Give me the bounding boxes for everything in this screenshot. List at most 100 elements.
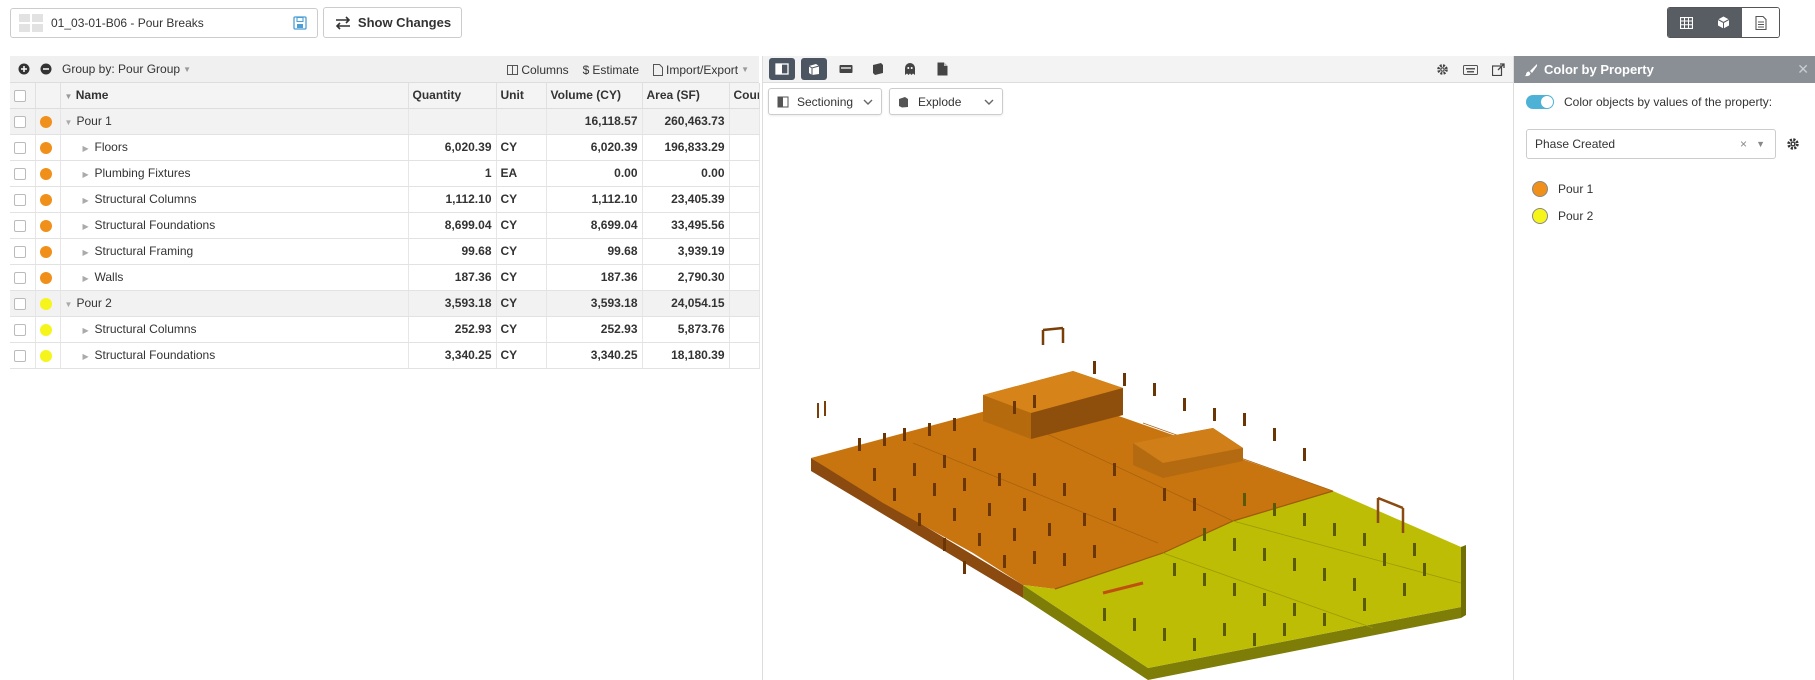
column-element [1243, 493, 1246, 506]
expand-triangle-icon[interactable]: ▶ [83, 144, 95, 153]
column-header-volume[interactable]: Volume (CY) [546, 83, 643, 109]
collapse-all-icon[interactable] [40, 63, 52, 75]
column-element [988, 503, 991, 516]
row-select-cell[interactable] [10, 212, 36, 239]
table-row[interactable]: ▶ Walls 187.36 CY 187.36 2,790.30 [10, 264, 760, 291]
area-cell: 18,180.39 [642, 342, 730, 369]
external-link-icon[interactable] [1492, 63, 1505, 76]
expand-triangle-icon[interactable]: ▶ [83, 274, 95, 283]
group-by-dropdown[interactable]: Group by: Pour Group ▼ [62, 62, 191, 76]
unit-cell [496, 108, 547, 135]
table-row[interactable]: ▶ Structural Foundations 3,340.25 CY 3,34… [10, 342, 760, 369]
expand-triangle-icon[interactable]: ▶ [83, 326, 95, 335]
estimate-button[interactable]: $ Estimate [583, 63, 639, 77]
row-checkbox[interactable] [14, 115, 26, 128]
count-cell [729, 212, 760, 239]
unit-cell: CY [496, 290, 547, 317]
table-row[interactable]: ▶ Floors 6,020.39 CY 6,020.39 196,833.29 [10, 134, 760, 161]
color-dot [39, 323, 52, 336]
row-checkbox[interactable] [14, 271, 26, 284]
expand-triangle-icon[interactable]: ▶ [83, 248, 95, 257]
show-changes-button[interactable]: Show Changes [323, 7, 462, 38]
row-select-cell[interactable] [10, 264, 36, 291]
row-select-cell[interactable] [10, 316, 36, 343]
settings-gear-icon[interactable] [1436, 63, 1449, 76]
perspective-button[interactable] [801, 58, 827, 80]
settings-gear-icon[interactable] [1786, 137, 1800, 151]
property-select[interactable]: Phase Created × ▼ [1526, 129, 1776, 159]
building-model-render[interactable] [763, 83, 1514, 680]
name-cell: ▶ Structural Columns [60, 186, 409, 213]
columns-icon [507, 64, 519, 75]
select-all-cell[interactable] [10, 83, 36, 109]
document-view-button[interactable] [1742, 8, 1779, 37]
quantity-cell: 187.36 [408, 264, 497, 291]
column-element [928, 423, 931, 436]
model-view-button[interactable] [1705, 8, 1742, 37]
expand-triangle-icon[interactable]: ▶ [83, 222, 95, 231]
legend-item: Pour 2 [1532, 202, 1815, 229]
color-objects-toggle[interactable] [1526, 95, 1554, 109]
save-icon[interactable] [293, 16, 307, 30]
row-checkbox[interactable] [14, 297, 26, 310]
column-element [1093, 545, 1096, 558]
expand-triangle-icon[interactable]: ▶ [83, 170, 95, 179]
unit-cell: CY [496, 316, 547, 343]
model-viewer[interactable]: Sectioning Explode [762, 56, 1513, 680]
solid-view-button[interactable] [865, 58, 891, 80]
row-select-cell[interactable] [10, 290, 36, 317]
column-element [978, 533, 981, 546]
collapse-triangle-icon[interactable]: ▼ [65, 118, 77, 127]
select-all-checkbox[interactable] [14, 90, 26, 103]
column-header-quantity[interactable]: Quantity [408, 83, 497, 109]
row-select-cell[interactable] [10, 134, 36, 161]
table-row[interactable]: ▶ Structural Framing 99.68 CY 99.68 3,939… [10, 238, 760, 265]
caret-down-icon[interactable]: ▼ [1756, 139, 1765, 149]
column-header-unit[interactable]: Unit [496, 83, 547, 109]
row-checkbox[interactable] [14, 167, 26, 180]
expand-triangle-icon[interactable]: ▶ [83, 352, 95, 361]
table-row[interactable]: ▶ Structural Columns 252.93 CY 252.93 5,8… [10, 316, 760, 343]
row-select-cell[interactable] [10, 186, 36, 213]
column-header-count[interactable]: Cour [729, 83, 760, 109]
keyboard-shortcuts-icon[interactable] [1463, 64, 1478, 75]
column-element [1013, 401, 1016, 414]
columns-button[interactable]: Columns [507, 63, 569, 77]
row-select-cell[interactable] [10, 108, 36, 135]
grid-view-button[interactable] [1668, 8, 1705, 37]
expand-all-icon[interactable] [18, 63, 30, 75]
collapse-triangle-icon[interactable]: ▼ [65, 300, 77, 309]
close-icon[interactable]: ✕ [1797, 61, 1809, 78]
import-export-dropdown[interactable]: Import/Export ▼ [653, 63, 749, 77]
table-row[interactable]: ▶ Structural Columns 1,112.10 CY 1,112.10… [10, 186, 760, 213]
column-header-name[interactable]: ▼ Name [60, 83, 409, 109]
group-row[interactable]: ▼ Pour 1 16,118.57 260,463.73 [10, 108, 760, 135]
row-checkbox[interactable] [14, 349, 26, 362]
row-select-cell[interactable] [10, 160, 36, 187]
row-checkbox[interactable] [14, 141, 26, 154]
name-cell: ▶ Structural Foundations [60, 342, 409, 369]
row-checkbox[interactable] [14, 193, 26, 206]
wireframe-button[interactable] [833, 58, 859, 80]
column-header-area[interactable]: Area (SF) [642, 83, 730, 109]
group-row[interactable]: ▼ Pour 2 3,593.18 CY 3,593.18 24,054.15 [10, 290, 760, 317]
count-cell [729, 160, 760, 187]
unit-cell: CY [496, 134, 547, 161]
column-element [1303, 448, 1306, 461]
ghost-button[interactable] [897, 58, 923, 80]
show-changes-label: Show Changes [357, 15, 452, 30]
section-box-button[interactable] [769, 58, 795, 80]
row-select-cell[interactable] [10, 238, 36, 265]
table-row[interactable]: ▶ Structural Foundations 8,699.04 CY 8,69… [10, 212, 760, 239]
sheets-button[interactable] [929, 58, 955, 80]
row-checkbox[interactable] [14, 219, 26, 232]
row-checkbox[interactable] [14, 245, 26, 258]
table-row[interactable]: ▶ Plumbing Fixtures 1 EA 0.00 0.00 [10, 160, 760, 187]
row-select-cell[interactable] [10, 342, 36, 369]
model-title-field[interactable]: 01_03-01-B06 - Pour Breaks [10, 8, 318, 38]
expand-triangle-icon[interactable]: ▶ [83, 196, 95, 205]
unit-cell: CY [496, 342, 547, 369]
column-element [1413, 543, 1416, 556]
clear-icon[interactable]: × [1740, 137, 1747, 151]
row-checkbox[interactable] [14, 323, 26, 336]
